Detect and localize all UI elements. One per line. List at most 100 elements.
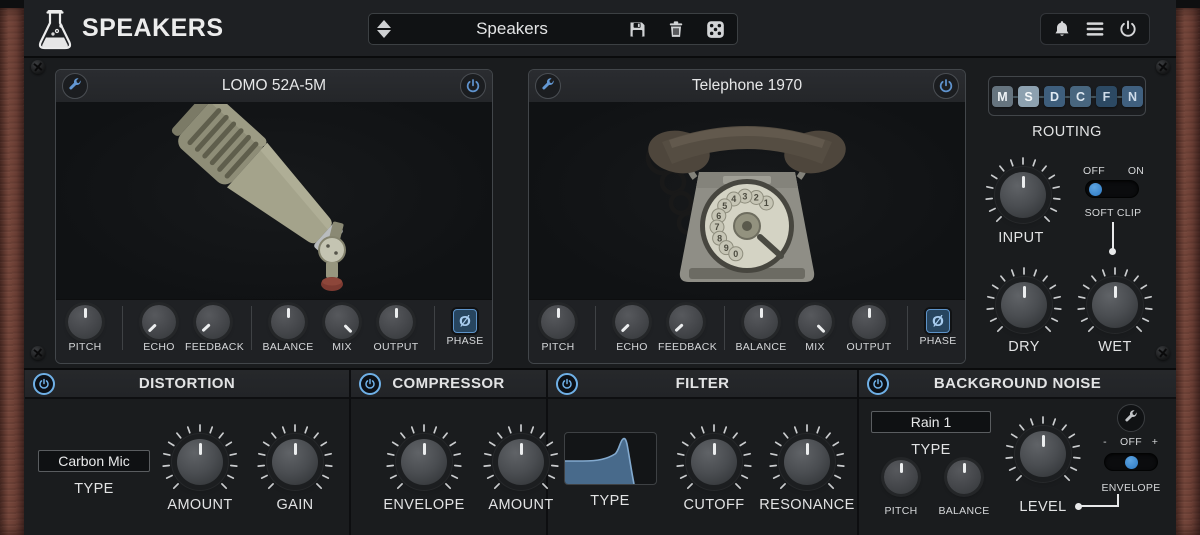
speaker-image-telephone[interactable]: 1234567890 [529, 102, 965, 302]
distortion-gain-knob[interactable] [255, 422, 335, 502]
preset-name[interactable]: Speakers [399, 19, 625, 39]
screw [1156, 346, 1170, 360]
module-header: LOMO 52A-5M [56, 70, 492, 103]
wood-rail-left [0, 8, 24, 535]
module-title: LOMO 52A-5M [94, 77, 454, 95]
randomize-preset-button[interactable] [703, 17, 727, 41]
distortion-gain-label: GAIN [245, 497, 345, 513]
compressor-power-button[interactable] [359, 373, 381, 395]
phase-button[interactable]: Ø [453, 309, 477, 333]
routing-button-mic[interactable]: M [992, 86, 1013, 107]
filter-cutoff-knob[interactable] [674, 422, 754, 502]
routing-button-compressor[interactable]: C [1070, 86, 1091, 107]
balance-knob[interactable] [744, 305, 778, 339]
filter-type-label: TYPE [560, 493, 660, 509]
feedback-knob[interactable] [196, 305, 230, 339]
power-icon [1118, 19, 1138, 39]
noise-pitch-knob[interactable] [884, 460, 918, 494]
noise-type-selector[interactable]: Rain 1 [871, 411, 991, 433]
module-knob-row: PITCH ECHO FEEDBACK BALANCE MIX [529, 299, 965, 363]
dry-knob[interactable] [984, 265, 1064, 345]
soft-clip-toggle[interactable] [1085, 180, 1139, 198]
soft-clip-off-label: OFF [1076, 165, 1112, 177]
routing-button-filter[interactable]: F [1096, 86, 1117, 107]
pitch-knob[interactable] [68, 305, 102, 339]
svg-text:2: 2 [754, 193, 759, 203]
distortion-type-label: TYPE [38, 481, 150, 497]
mix-knob[interactable] [798, 305, 832, 339]
noise-balance-knob[interactable] [947, 460, 981, 494]
power-icon [364, 378, 376, 390]
section-header: BACKGROUND NOISE [859, 370, 1176, 399]
routing-button-speaker[interactable]: S [1018, 86, 1039, 107]
power-icon [872, 378, 884, 390]
balance-knob[interactable] [271, 305, 305, 339]
bypass-power-button[interactable] [1116, 17, 1140, 41]
output-knob[interactable] [852, 305, 886, 339]
envelope-plus-label: + [1145, 436, 1165, 448]
svg-text:0: 0 [733, 249, 738, 259]
flask-logo-icon [34, 7, 76, 56]
preset-next-icon[interactable] [377, 30, 391, 38]
noise-envelope-toggle[interactable] [1104, 453, 1158, 471]
envelope-minus-label: - [1095, 436, 1115, 448]
section-header: COMPRESSOR [351, 370, 546, 399]
divider [434, 306, 435, 350]
output-knob[interactable] [379, 305, 413, 339]
routing-chain-line [995, 96, 1139, 98]
toggle-thumb[interactable] [1125, 456, 1138, 469]
distortion-amount-knob[interactable] [160, 422, 240, 502]
noise-envelope-label: ENVELOPE [1091, 482, 1171, 494]
echo-knob[interactable] [615, 305, 649, 339]
module-edit-wrench-button[interactable] [62, 73, 88, 99]
svg-text:3: 3 [742, 191, 747, 201]
pitch-knob[interactable] [541, 305, 575, 339]
knob-label: OUTPUT [368, 341, 424, 353]
module-power-button[interactable] [460, 73, 486, 99]
power-icon [561, 378, 573, 390]
distortion-power-button[interactable] [33, 373, 55, 395]
speaker-module-1: LOMO 52A-5M [55, 69, 493, 364]
knob-label: BALANCE [260, 341, 316, 353]
noise-level-knob[interactable] [1003, 414, 1083, 494]
preset-stepper[interactable] [369, 20, 399, 38]
routing-button-noise[interactable]: N [1122, 86, 1143, 107]
background-noise-section: BACKGROUND NOISE Rain 1 TYPE PITCH BALAN… [859, 370, 1176, 535]
compressor-envelope-knob[interactable] [384, 422, 464, 502]
speaker-module-2: Telephone 1970 [528, 69, 966, 364]
preset-prev-icon[interactable] [377, 20, 391, 28]
connector-dot [1109, 248, 1116, 255]
svg-text:6: 6 [716, 211, 721, 221]
mix-knob[interactable] [325, 305, 359, 339]
phase-button[interactable]: Ø [926, 309, 950, 333]
echo-knob[interactable] [142, 305, 176, 339]
menu-button[interactable] [1083, 17, 1107, 41]
filter-type-display[interactable] [564, 432, 657, 485]
background-noise-power-button[interactable] [867, 373, 889, 395]
distortion-type-selector[interactable]: Carbon Mic [38, 450, 150, 472]
module-power-button[interactable] [933, 73, 959, 99]
noise-edit-wrench-button[interactable] [1117, 404, 1145, 432]
routing-box: M S D C F N [988, 76, 1146, 116]
wrench-icon [1123, 410, 1139, 426]
section-title: FILTER [548, 375, 857, 392]
routing-button-distortion[interactable]: D [1044, 86, 1065, 107]
hamburger-menu-icon [1085, 20, 1105, 38]
wet-knob[interactable] [1075, 265, 1155, 345]
speaker-image-microphone[interactable] [56, 102, 492, 302]
app-title: SPEAKERS [82, 0, 224, 56]
input-knob[interactable] [983, 155, 1063, 235]
delete-preset-button[interactable] [664, 17, 688, 41]
filter-power-button[interactable] [556, 373, 578, 395]
filter-resonance-knob[interactable] [767, 422, 847, 502]
knob-label: PITCH [57, 341, 113, 353]
distortion-section: DISTORTION Carbon Mic TYPE AMOUNT GAIN [25, 370, 349, 535]
effects-rack: DISTORTION Carbon Mic TYPE AMOUNT GAIN [24, 368, 1176, 535]
feedback-knob[interactable] [669, 305, 703, 339]
save-preset-button[interactable] [625, 17, 649, 41]
module-edit-wrench-button[interactable] [535, 73, 561, 99]
filter-section: FILTER TYPE CUTOFF RE [548, 370, 857, 535]
notifications-button[interactable] [1050, 17, 1074, 41]
toggle-thumb[interactable] [1089, 183, 1102, 196]
phase-label: PHASE [910, 335, 966, 347]
